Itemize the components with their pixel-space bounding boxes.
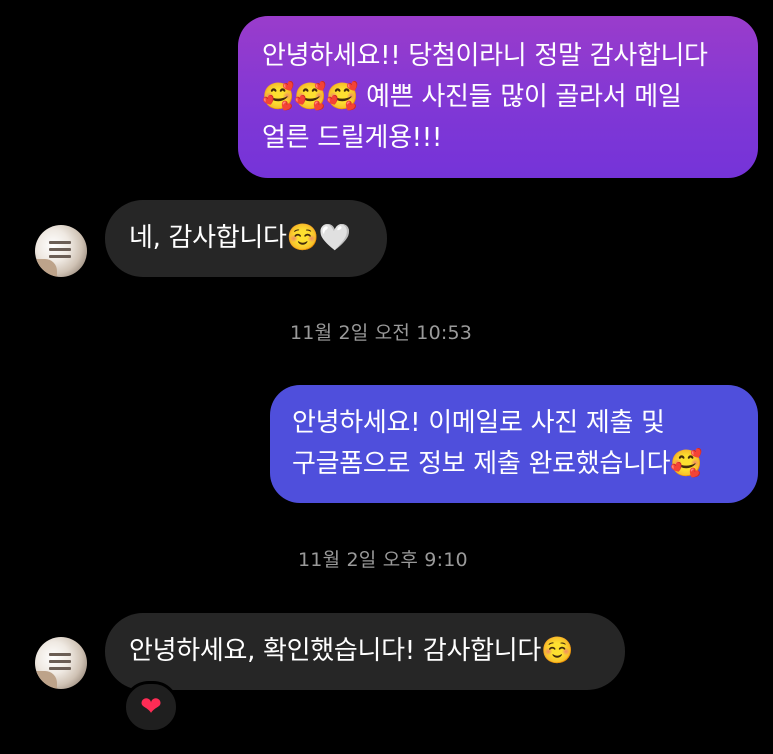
contact-avatar[interactable]	[35, 225, 87, 277]
outgoing-message-bubble[interactable]: 안녕하세요! 이메일로 사진 제출 및 구글폼으로 정보 제출 완료했습니다🥰	[270, 385, 758, 503]
message-timestamp: 11월 2일 오후 9:10	[298, 549, 468, 571]
heart-icon: ❤	[140, 691, 162, 722]
avatar-logo-lines	[49, 238, 71, 262]
message-timestamp: 11월 2일 오전 10:53	[290, 322, 473, 344]
outgoing-message-bubble[interactable]: 안녕하세요!! 당첨이라니 정말 감사합니다 🥰🥰🥰 예쁜 사진들 많이 골라서…	[238, 16, 758, 178]
incoming-message-bubble[interactable]: 네, 감사합니다☺️🤍	[105, 200, 387, 277]
avatar-logo-lines	[49, 650, 71, 674]
incoming-message-bubble[interactable]: 안녕하세요, 확인했습니다! 감사합니다☺️	[105, 613, 625, 690]
contact-avatar[interactable]	[35, 637, 87, 689]
message-reaction[interactable]: ❤	[123, 681, 179, 733]
